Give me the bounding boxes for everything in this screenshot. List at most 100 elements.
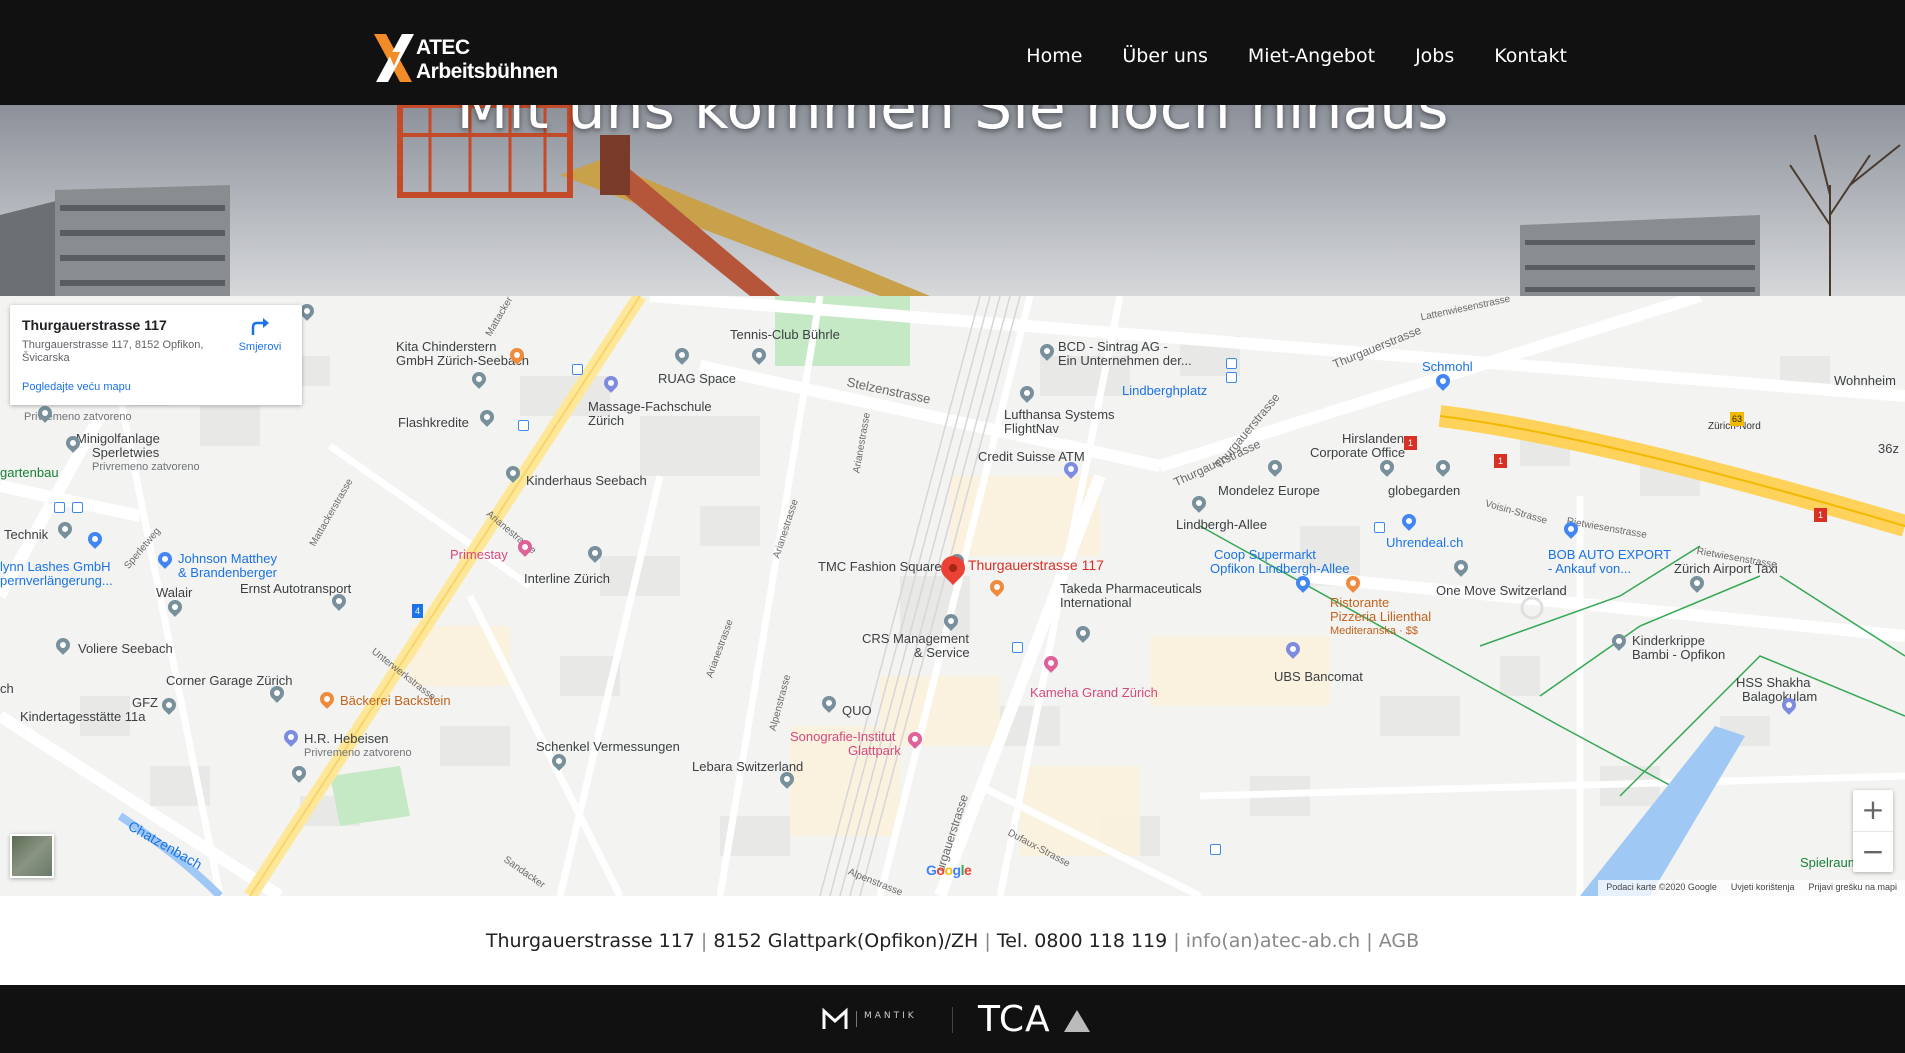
label-massage2: Zürich — [588, 413, 625, 428]
label-hebeisen: H.R. Hebeisen — [304, 731, 389, 746]
label-tennis: Tennis-Club Bührle — [730, 327, 840, 342]
contact-street: Thurgauerstrasse 117 — [485, 930, 695, 952]
label-walair: Walair — [156, 585, 193, 600]
contact-phone: Tel. 0800 118 119 — [996, 930, 1168, 952]
larger-map-link[interactable]: Pogledajte veću mapu — [22, 381, 131, 393]
directions-icon — [251, 318, 269, 335]
contact-city: 8152 Glattpark(Opfikon)/ZH — [713, 930, 979, 952]
bus-stop-icon[interactable] — [1226, 358, 1237, 369]
label-krippe: Kinderkrippe — [1632, 633, 1705, 648]
label-bob: BOB AUTO EXPORT — [1548, 547, 1672, 562]
label-hirslanden: Hirslanden — [1342, 431, 1405, 446]
tca-triangle-icon — [1064, 1010, 1091, 1032]
directions-button[interactable]: Smjerovi — [238, 317, 282, 353]
tca-text: TCA — [978, 999, 1051, 1040]
map-info-card: Thurgauerstrasse 117 Thurgauerstrasse 11… — [10, 305, 302, 405]
nav-kontakt[interactable]: Kontakt — [1494, 45, 1567, 67]
road-shield-1c: 1 — [1814, 508, 1828, 522]
mantik-m-icon — [822, 1007, 848, 1029]
bus-stop-icon[interactable] — [1226, 372, 1237, 383]
directions-label: Smjerovi — [238, 341, 282, 353]
label-garten: gartenbau — [0, 465, 59, 480]
label-sono2: Glattpark — [848, 743, 901, 758]
label-kameha: Kameha Grand Zürich — [1030, 685, 1158, 700]
google-map[interactable]: Tennis-Club Bührle Kita Chinderstern Gmb… — [0, 296, 1905, 896]
site-logo[interactable]: ATEC Arbeitsbühnen — [372, 32, 592, 86]
label-globe: globegarden — [1388, 483, 1461, 498]
label-coop2: Opfikon Lindbergh-Allee — [1210, 561, 1350, 576]
road-shield-4: 4 — [412, 604, 424, 618]
card-title: Thurgauerstrasse 117 — [22, 317, 167, 333]
google-logo: Google — [926, 862, 972, 878]
bus-stop-icon[interactable] — [54, 502, 65, 513]
label-hss: HSS Shakha — [1736, 675, 1811, 690]
label-schenkel: Schenkel Vermessungen — [536, 739, 680, 754]
label-lufthansa2: FlightNav — [1004, 421, 1059, 436]
label-tmc: TMC Fashion Square — [818, 559, 942, 574]
label-hirslanden2: Corporate Office — [1310, 445, 1406, 460]
label-ruag: RUAG Space — [658, 371, 737, 386]
bus-stop-icon[interactable] — [1012, 642, 1023, 653]
label-crs: CRS Management — [862, 631, 969, 646]
road-shield-1a: 1 — [1404, 436, 1418, 450]
card-address: Thurgauerstrasse 117, 8152 Opfikon, Švic… — [22, 339, 204, 364]
bus-stop-icon[interactable] — [72, 502, 83, 513]
label-ristorante2: Pizzeria Lilienthal — [1330, 609, 1432, 624]
label-bcd: BCD - Sintrag AG - — [1058, 339, 1168, 354]
label-lindallee: Lindbergh-Allee — [1176, 517, 1268, 532]
logo-x-icon — [374, 34, 414, 82]
label-massage: Massage-Fachschule — [588, 399, 712, 414]
hero-title: Mit uns kommen Sie noch hinaus — [456, 105, 1449, 143]
map-attribution: Podaci karte ©2020 Google Uvjeti korište… — [1598, 880, 1905, 896]
bus-stop-icon[interactable] — [1210, 844, 1221, 855]
label-lynn2: pernverlängerung... — [0, 573, 113, 588]
label-takeda2: International — [1060, 595, 1132, 610]
label-ch: ch — [0, 681, 14, 696]
nav-home[interactable]: Home — [1026, 45, 1082, 67]
bus-stop-icon[interactable] — [1374, 522, 1385, 533]
label-takeda: Takeda Pharmaceuticals — [1060, 581, 1202, 596]
mantik-logo[interactable]: MANTIK — [822, 1007, 922, 1031]
label-flash: Flashkredite — [398, 415, 469, 430]
report-error-link[interactable]: Prijavi grešku na mapi — [1808, 882, 1897, 896]
zoom-out-button[interactable]: − — [1853, 831, 1893, 873]
label-uhren: Uhrendeal.ch — [1386, 535, 1464, 550]
logo-text: ATEC Arbeitsbühnen — [416, 36, 558, 83]
label-mondelez: Mondelez Europe — [1218, 483, 1320, 498]
label-johnson: Johnson Matthey — [178, 551, 278, 566]
nav-ueber-uns[interactable]: Über uns — [1122, 45, 1208, 67]
label-interline: Interline Zürich — [524, 571, 610, 586]
label-technik: Technik — [4, 527, 49, 542]
nav-jobs[interactable]: Jobs — [1415, 45, 1454, 67]
label-kinderhaus: Kinderhaus Seebach — [526, 473, 647, 488]
bus-stop-icon[interactable] — [518, 420, 529, 431]
bus-stop-icon[interactable] — [572, 364, 583, 375]
label-quo: QUO — [842, 703, 872, 718]
agb-link[interactable]: AGB — [1379, 930, 1419, 952]
label-coop: Coop Supermarkt — [1214, 547, 1316, 562]
label-wohnheim: Wohnheim — [1834, 373, 1896, 388]
label-primestay: Primestay — [450, 547, 508, 562]
hero-banner: Mit uns kommen Sie noch hinaus — [0, 105, 1905, 296]
contact-line: Thurgauerstrasse 117 | 8152 Glattpark(Op… — [485, 930, 1420, 952]
contact-email-link[interactable]: info(an)atec-ab.ch — [1186, 930, 1360, 952]
label-mini: Minigolfanlage — [76, 431, 160, 446]
label-mini2: Sperletwies — [92, 445, 160, 460]
label-crs2: & Service — [914, 645, 970, 660]
tca-logo[interactable]: TCA — [978, 999, 1091, 1040]
road-shield-63: 63 — [1730, 412, 1745, 426]
footer-divider — [952, 1007, 953, 1033]
site-header: ATEC Arbeitsbühnen Home Über uns Miet-An… — [0, 0, 1905, 105]
mantik-text: MANTIK — [864, 1011, 917, 1021]
label-ristorante: Ristorante — [1330, 595, 1390, 610]
satellite-toggle[interactable] — [10, 834, 54, 878]
label-sono: Sonografie-Institut — [790, 729, 896, 744]
marker-label: Thurgauerstrasse 117 — [968, 557, 1104, 573]
nav-miet-angebot[interactable]: Miet-Angebot — [1248, 45, 1375, 67]
terms-link[interactable]: Uvjeti korištenja — [1731, 882, 1795, 896]
label-ubs: UBS Bancomat — [1274, 669, 1363, 684]
zoom-in-button[interactable]: + — [1853, 790, 1893, 831]
label-krippe2: Bambi - Opfikon — [1632, 647, 1726, 662]
label-lynn: lynn Lashes GmbH — [0, 559, 111, 574]
label-bob2: - Ankauf von... — [1548, 561, 1632, 576]
